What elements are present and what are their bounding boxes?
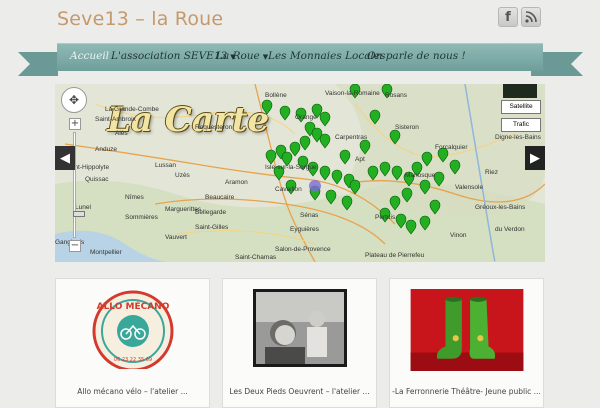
map-place-label: Plateau de Pierrefeu [365, 252, 425, 259]
svg-text:06 23 22 35 69: 06 23 22 35 69 [114, 357, 152, 363]
map-place-label: Quissac [85, 176, 109, 183]
nav-label: L'association SEVE13 [111, 50, 228, 62]
map-overview-thumbnail[interactable] [503, 84, 537, 98]
map-place-label: Nîmes [125, 194, 144, 201]
rss-icon [521, 7, 541, 27]
map-prev-arrow-icon[interactable]: ◀ [55, 146, 75, 170]
traffic-button[interactable]: Trafic [501, 118, 541, 132]
map-place-label: Sommières [125, 214, 158, 221]
map-place-label: Vaison-la-Romaine [325, 90, 380, 97]
map-place-label: Aramon [225, 179, 248, 186]
map-place-label: Orange [295, 114, 317, 121]
card-caption[interactable]: Les Deux Pieds Oeuvrent – l'atelier ... [223, 387, 376, 396]
site-title[interactable]: Seve13 – la Roue [57, 8, 223, 30]
map-place-label: Eyguières [290, 226, 319, 233]
zoom-control: + − [69, 118, 85, 252]
map-place-label: Uzès [175, 172, 190, 179]
facebook-icon: f [498, 7, 518, 27]
card-caption[interactable]: Allo mécano vélo – l'atelier ... [56, 387, 209, 396]
map-place-label: Apt [355, 156, 365, 163]
map-place-label: Vauvert [165, 234, 187, 241]
map-place-label: Roquesteron [195, 124, 233, 131]
map-place-label: Vinon [450, 232, 467, 239]
card-allo-mecano[interactable]: ALLO MÉCANO 06 23 22 35 69 Allo mécano v… [55, 278, 210, 408]
nav-item-accueil[interactable]: Accueil [70, 50, 109, 62]
map-widget[interactable]: La Carte Bollène Vaison-la-Romaine Rosans L… [55, 84, 545, 262]
map-place-label: du Verdon [495, 226, 525, 233]
main-nav: Accueil L'association SEVE13 ▼ La Roue ▼ L… [57, 43, 543, 71]
map-place-label: Bellegarde [195, 209, 227, 216]
nav-item-la-roue[interactable]: La Roue ▼ [216, 50, 268, 62]
map-place-label: Bollène [265, 92, 287, 99]
map-cluster-marker [309, 180, 321, 192]
map-place-label: Saint-Chamas [235, 254, 277, 261]
map-place-label: Isle-sur-la-Sorgue [265, 164, 317, 171]
map-place-label: La Grande-Combe [105, 106, 159, 113]
zoom-in-button[interactable]: + [69, 118, 81, 130]
map-place-label: Sénas [300, 212, 319, 219]
map-place-label: Pertuis [375, 214, 396, 221]
map-place-label: Forcalquier [435, 144, 468, 151]
nav-label: La Roue [216, 50, 260, 62]
card-ferronnerie[interactable]: -La Ferronnerie Théâtre- Jeune public ..… [389, 278, 544, 408]
map-place-label: Lussan [155, 162, 176, 169]
map-place-label: Montpellier [90, 249, 122, 256]
map-next-arrow-icon[interactable]: ▶ [525, 146, 545, 170]
nav-label: Accueil [70, 50, 110, 62]
svg-text:ALLO MÉCANO: ALLO MÉCANO [97, 300, 170, 312]
map-place-label: Saint-Ambroix [95, 116, 136, 123]
map-place-label: Gréoux-les-Bains [475, 204, 526, 211]
map-place-label: Alès [115, 130, 128, 137]
map-place-label: Rosans [385, 92, 408, 99]
satellite-button[interactable]: Satellite [501, 100, 541, 114]
card-caption[interactable]: -La Ferronnerie Théâtre- Jeune public ..… [390, 387, 543, 396]
map-place-label: Manosque [405, 172, 436, 179]
zoom-slider-handle[interactable] [73, 211, 85, 217]
card-photo-boots [410, 289, 524, 371]
map-place-label: Saint-Gilles [195, 224, 229, 231]
map-place-label: Sisteron [395, 124, 419, 131]
facebook-link[interactable]: f [498, 7, 518, 27]
pan-control-icon[interactable]: ✥ [61, 87, 87, 113]
map-place-label: Beaucaire [205, 194, 235, 201]
card-deux-pieds[interactable]: Les Deux Pieds Oeuvrent – l'atelier ... [222, 278, 377, 408]
nav-item-presse[interactable]: On parle de nous ! [367, 50, 466, 62]
allo-mecano-logo: ALLO MÉCANO 06 23 22 35 69 [92, 290, 174, 369]
card-photo-bw [253, 289, 347, 367]
nav-label: On parle de nous ! [367, 50, 466, 62]
map-place-label: Carpentras [335, 134, 368, 141]
ribbon-left-tail [18, 52, 58, 76]
map-place-label: Valensole [455, 184, 484, 191]
map-place-label: Riez [485, 169, 499, 176]
rss-link[interactable] [521, 7, 541, 27]
map-place-label: Anduze [95, 146, 118, 153]
map-place-label: Salon-de-Provence [275, 246, 331, 253]
map-place-label: Digne-les-Bains [495, 134, 541, 141]
zoom-out-button[interactable]: − [69, 240, 81, 252]
map-place-label: Cavaillon [275, 186, 302, 193]
